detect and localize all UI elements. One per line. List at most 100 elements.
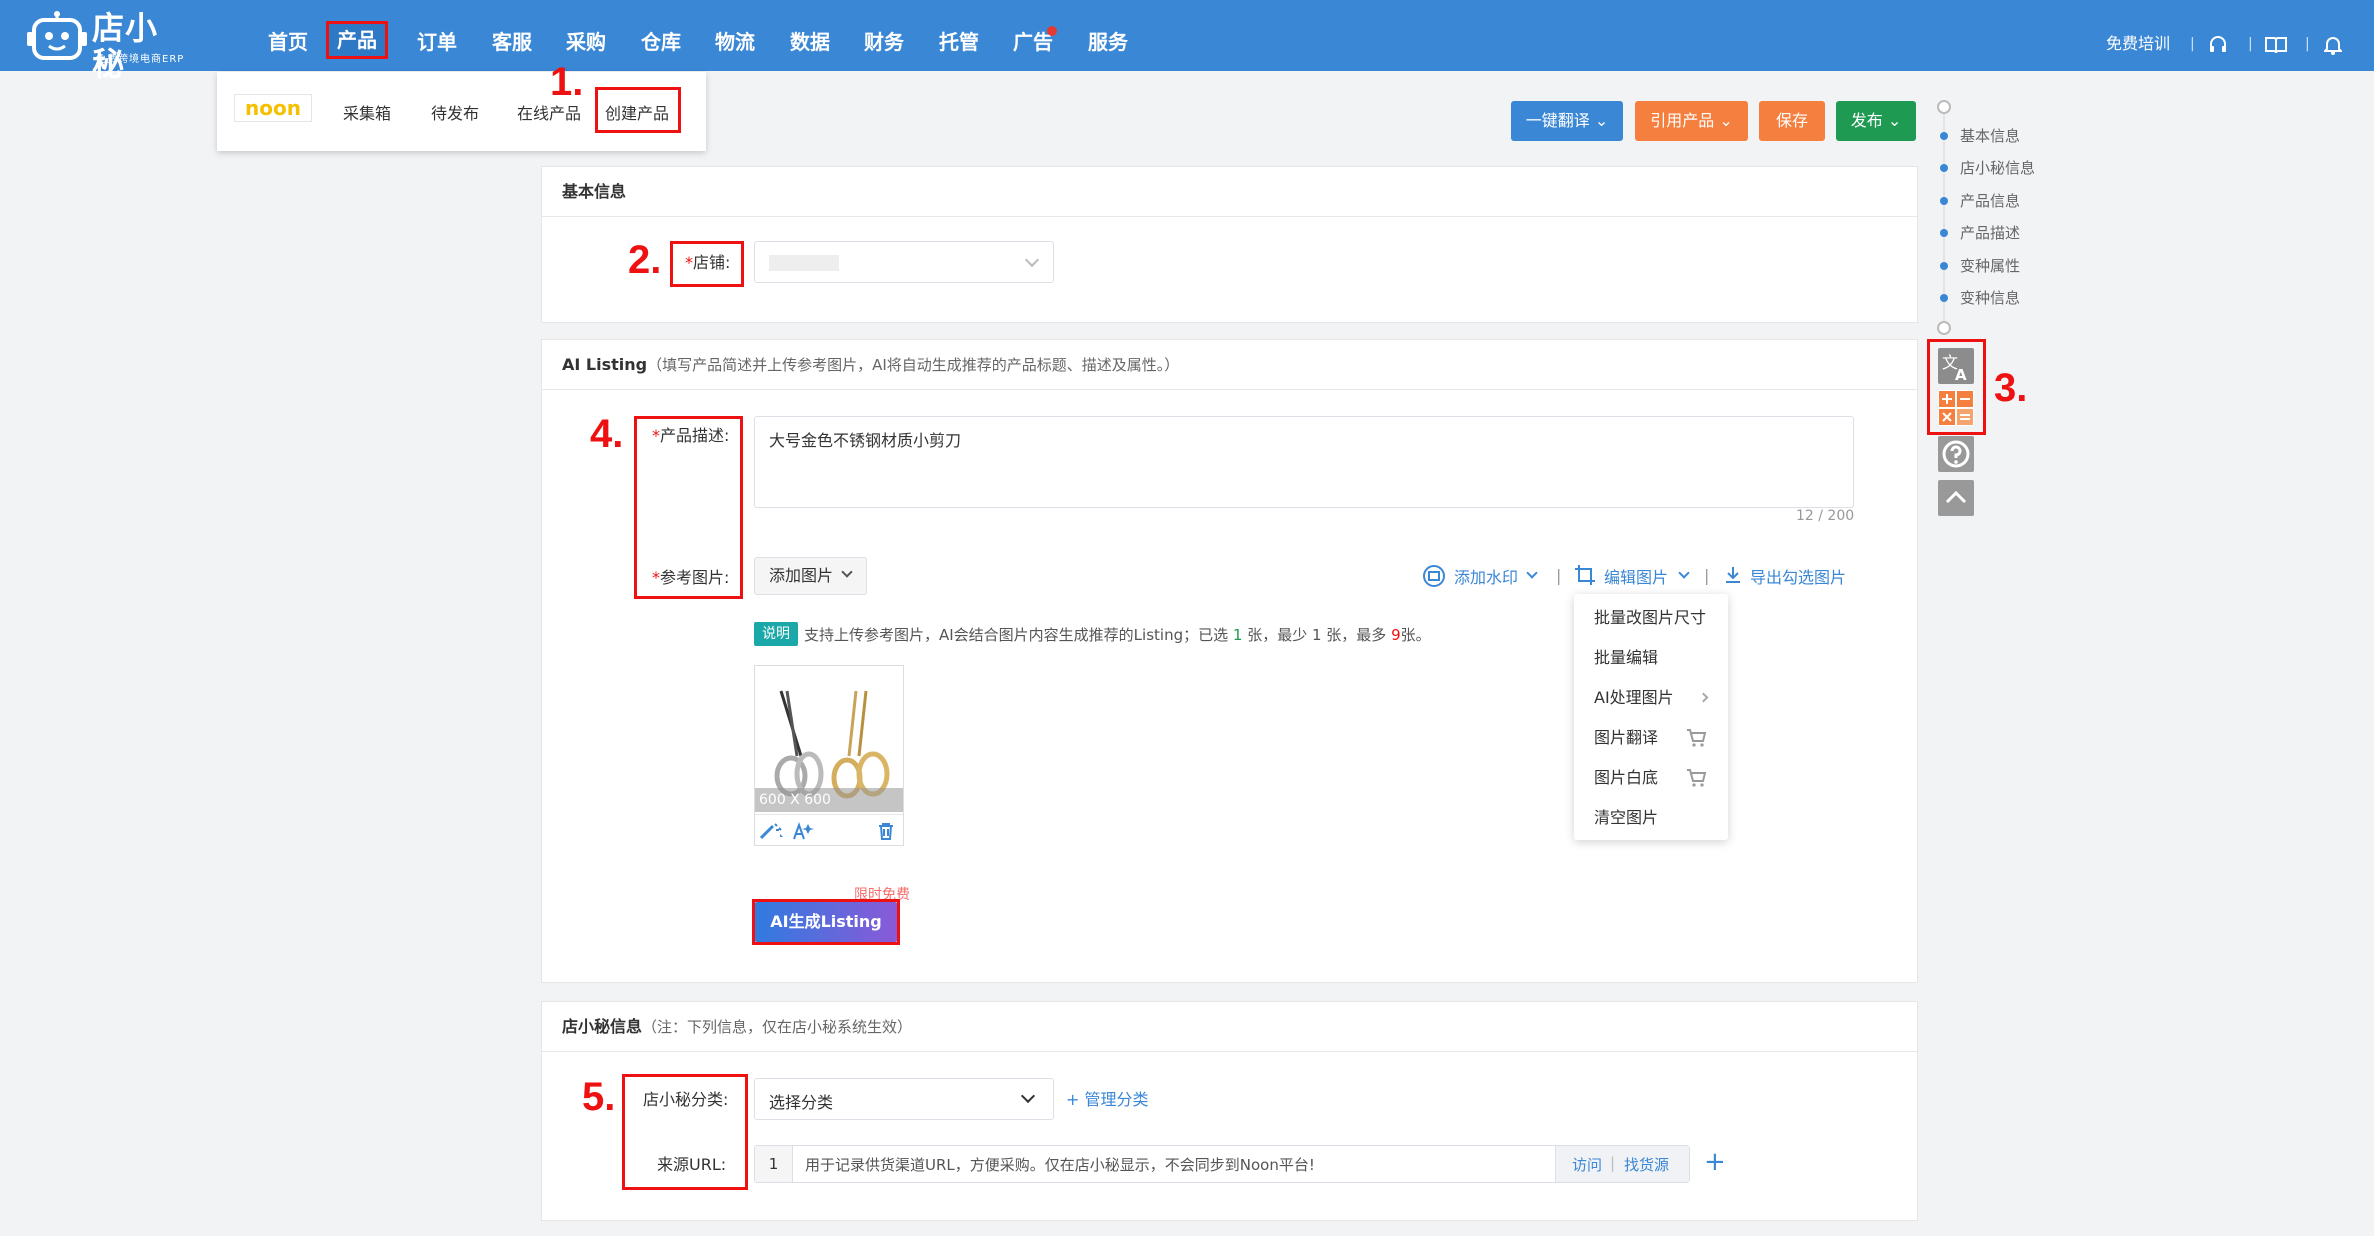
annotation-3: 3.: [1994, 366, 2028, 410]
menu-item-image-translate[interactable]: 图片翻译: [1594, 728, 1658, 748]
back-to-top-icon[interactable]: [1938, 480, 1974, 516]
trash-icon[interactable]: [877, 822, 895, 840]
edit-image-link[interactable]: 编辑图片: [1604, 568, 1668, 588]
cart-icon: [1687, 729, 1706, 747]
url-index: 1: [755, 1146, 793, 1182]
find-source-link[interactable]: 找货源: [1624, 1154, 1669, 1175]
divider: |: [2248, 36, 2253, 52]
save-button[interactable]: 保存: [1759, 101, 1825, 141]
source-url-field[interactable]: 1 用于记录供货渠道URL，方便采购。仅在店小秘显示，不会同步到Noon平台! …: [754, 1145, 1690, 1183]
dxm-info-header: 店小秘信息（注：下列信息，仅在店小秘系统生效）: [542, 1002, 1917, 1052]
brand-logo[interactable]: 店小秘 免费跨境电商ERP: [26, 6, 186, 82]
divider: |: [1704, 566, 1710, 585]
submenu-pending-publish[interactable]: 待发布: [431, 100, 479, 124]
product-description-textarea[interactable]: 大号金色不锈钢材质小剪刀: [754, 416, 1854, 508]
ai-listing-title: AI Listing: [562, 355, 648, 374]
anchor-basic-info[interactable]: 基本信息: [1960, 127, 2020, 145]
highlight-dxm-labels: [622, 1074, 748, 1190]
ai-listing-hint: （填写产品简述并上传参考图片，AI将自动生成推荐的产品标题、描述及属性。）: [647, 356, 1180, 374]
add-watermark-link[interactable]: 添加水印: [1454, 568, 1518, 588]
watermark-icon[interactable]: [1423, 565, 1445, 587]
source-url-input[interactable]: 用于记录供货渠道URL，方便采购。仅在店小秘显示，不会同步到Noon平台!: [805, 1154, 1315, 1175]
divider: |: [1556, 566, 1562, 585]
min-count: 1: [1311, 626, 1322, 644]
anchor-product-info[interactable]: 产品信息: [1960, 192, 2020, 210]
help-icon[interactable]: [1938, 436, 1974, 472]
notification-dot: [1047, 26, 1057, 36]
brand-subtitle: 免费跨境电商ERP: [96, 54, 185, 65]
reference-product-button[interactable]: 引用产品 ⌄: [1635, 101, 1748, 141]
anchor-dot: [1940, 294, 1948, 302]
robot-logo-icon: [27, 11, 87, 60]
add-image-button[interactable]: 添加图片: [754, 557, 867, 595]
ai-text-icon[interactable]: [793, 822, 815, 840]
bell-icon[interactable]: [2324, 35, 2342, 55]
nav-item-product[interactable]: 产品: [326, 21, 388, 59]
book-icon[interactable]: [2265, 36, 2287, 54]
nav-item-finance[interactable]: 财务: [864, 30, 904, 54]
anchor-start: [1937, 100, 1951, 114]
download-icon[interactable]: [1724, 566, 1742, 584]
anchor-dot: [1940, 229, 1948, 237]
top-navigation-bar: 店小秘 免费跨境电商ERP 首页 产品 订单 客服 采购 仓库 物流 数据 财务…: [0, 0, 2374, 82]
nav-item-orders[interactable]: 订单: [417, 30, 457, 54]
nav-item-warehouse[interactable]: 仓库: [641, 30, 681, 54]
image-size-label: 600 X 600: [755, 788, 903, 812]
add-image-label: 添加图片: [769, 566, 834, 585]
anchor-dot: [1940, 197, 1948, 205]
annotation-2: 2.: [628, 238, 662, 282]
menu-item-clear-images[interactable]: 清空图片: [1594, 808, 1658, 828]
nav-item-services[interactable]: 服务: [1088, 30, 1128, 54]
reference-image-thumbnail[interactable]: 600 X 600: [754, 665, 904, 846]
manage-category-link[interactable]: + 管理分类: [1066, 1090, 1149, 1110]
menu-item-white-background[interactable]: 图片白底: [1594, 768, 1658, 788]
submenu-collection-box[interactable]: 采集箱: [343, 100, 391, 124]
edit-image-dropdown: 批量改图片尺寸 批量编辑 AI处理图片 图片翻译 图片白底 清空图片: [1574, 594, 1728, 840]
url-actions: 访问 | 找货源: [1555, 1146, 1689, 1182]
publish-label: 发布: [1850, 111, 1883, 130]
anchor-dot: [1940, 132, 1948, 140]
divider: |: [2305, 36, 2310, 52]
category-select[interactable]: 选择分类: [754, 1078, 1054, 1120]
nav-item-hosting[interactable]: 托管: [939, 30, 979, 54]
highlight-side-tools: [1927, 339, 1986, 435]
add-url-button[interactable]: +: [1704, 1148, 1726, 1176]
anchor-dot: [1940, 262, 1948, 270]
dxm-info-title: 店小秘信息: [562, 1017, 643, 1036]
nav-item-purchase[interactable]: 采购: [566, 30, 606, 54]
nav-item-service[interactable]: 客服: [492, 30, 532, 54]
free-training-link[interactable]: 免费培训: [2106, 34, 2170, 54]
translate-label: 一键翻译: [1525, 111, 1590, 130]
export-selected-images-link[interactable]: 导出勾选图片: [1750, 568, 1846, 588]
anchor-variant-info[interactable]: 变种信息: [1960, 289, 2020, 307]
reference-label: 引用产品: [1650, 111, 1715, 130]
highlight-desc-image-labels: [634, 416, 743, 599]
crop-icon[interactable]: [1574, 564, 1596, 586]
selected-count: 1: [1232, 626, 1243, 644]
anchor-dxm-info[interactable]: 店小秘信息: [1960, 159, 2035, 177]
menu-item-batch-resize[interactable]: 批量改图片尺寸: [1594, 608, 1706, 628]
dxm-info-hint: （注：下列信息，仅在店小秘系统生效）: [642, 1018, 913, 1036]
anchor-product-desc[interactable]: 产品描述: [1960, 224, 2020, 242]
menu-item-ai-process[interactable]: AI处理图片: [1594, 688, 1674, 708]
nav-item-logistics[interactable]: 物流: [715, 30, 755, 54]
visit-link[interactable]: 访问: [1572, 1154, 1602, 1175]
category-placeholder: 选择分类: [769, 1093, 834, 1112]
chevron-right-icon: [1698, 692, 1709, 703]
anchor-end: [1937, 321, 1951, 335]
menu-item-batch-edit[interactable]: 批量编辑: [1594, 648, 1658, 668]
store-select[interactable]: [754, 241, 1054, 283]
publish-button[interactable]: 发布 ⌄: [1836, 101, 1916, 141]
magic-wand-icon[interactable]: [759, 822, 785, 840]
desc-char-count: 12 / 200: [1796, 508, 1855, 524]
nav-item-data[interactable]: 数据: [790, 30, 830, 54]
headset-icon[interactable]: [2208, 35, 2228, 55]
chevron-down-icon: [1020, 1088, 1036, 1104]
divider: |: [2190, 36, 2195, 52]
nav-item-home[interactable]: 首页: [268, 30, 308, 54]
anchor-variant-attrs[interactable]: 变种属性: [1960, 257, 2020, 275]
max-count: 9: [1391, 626, 1401, 644]
noon-logo[interactable]: noon: [234, 94, 312, 122]
store-value-placeholder: [769, 255, 839, 271]
one-click-translate-button[interactable]: 一键翻译 ⌄: [1511, 101, 1623, 141]
